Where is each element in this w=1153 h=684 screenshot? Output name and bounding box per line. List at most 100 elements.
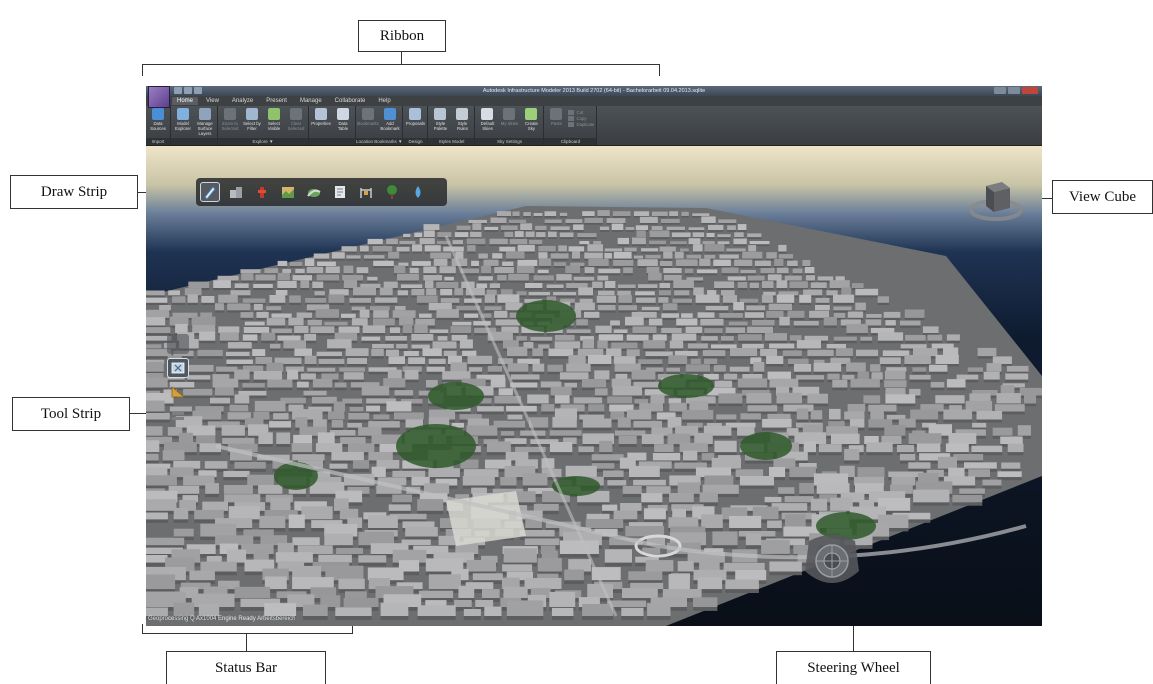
model-explorer-button[interactable]: Model Explorer <box>173 108 193 138</box>
view-cube[interactable] <box>968 178 1028 228</box>
building <box>597 275 609 281</box>
building <box>730 348 758 357</box>
default-skies-button[interactable]: Default Skies <box>477 108 497 138</box>
building-side <box>745 545 762 549</box>
building <box>675 259 698 266</box>
building-side <box>553 295 577 298</box>
building <box>910 409 939 420</box>
data-table-button[interactable]: Data Table <box>333 108 353 138</box>
manage-surface-layers-button[interactable]: Manage Surface Layers <box>195 108 215 138</box>
tree-icon[interactable] <box>382 182 402 202</box>
tab-present[interactable]: Present <box>261 97 292 105</box>
steering-wheel[interactable] <box>803 531 861 593</box>
building <box>508 273 529 281</box>
building <box>905 334 926 341</box>
building <box>816 483 850 494</box>
properties-button[interactable]: Properties <box>311 108 331 138</box>
building <box>300 373 316 380</box>
building <box>343 372 364 380</box>
paste-button[interactable]: Paste <box>546 108 566 138</box>
building <box>704 244 725 252</box>
water-drop-icon[interactable] <box>408 182 428 202</box>
maximize-button[interactable] <box>1008 87 1020 94</box>
building <box>498 388 513 396</box>
building <box>512 211 520 216</box>
tab-manage[interactable]: Manage <box>295 97 327 105</box>
building <box>891 476 916 486</box>
building <box>270 497 291 511</box>
building-side <box>269 302 286 305</box>
style-palette-button[interactable]: Style Palette <box>430 108 450 138</box>
barrier-icon[interactable] <box>356 182 376 202</box>
building <box>549 591 576 607</box>
building <box>651 226 663 231</box>
data-sources-button[interactable]: Data Sources <box>148 108 168 138</box>
select-icon[interactable] <box>167 358 189 378</box>
app-menu-button[interactable] <box>148 86 170 108</box>
building <box>681 313 693 318</box>
building <box>680 248 689 252</box>
building <box>505 451 529 461</box>
3d-viewport[interactable] <box>146 146 1042 626</box>
tab-collaborate[interactable]: Collaborate <box>330 97 371 105</box>
hydrant-icon[interactable] <box>252 182 272 202</box>
building <box>471 487 487 494</box>
duplicate-button[interactable]: Duplicate <box>568 122 594 127</box>
measure-icon[interactable] <box>167 382 189 402</box>
close-button[interactable] <box>1022 87 1038 94</box>
building <box>414 232 423 238</box>
proposals-button[interactable]: Proposals <box>405 108 425 138</box>
city-model[interactable] <box>146 146 1042 626</box>
building-side <box>553 266 567 268</box>
building <box>946 379 966 388</box>
building-side <box>705 310 729 313</box>
clear-selected-button[interactable]: Clear Selected <box>286 108 306 138</box>
building-side <box>754 266 771 268</box>
building-side <box>588 411 605 415</box>
building <box>935 395 965 404</box>
style-rules-button[interactable]: Style Rules <box>452 108 472 138</box>
data-table-icon <box>337 108 349 120</box>
bookmarks-button[interactable]: Bookmarks <box>357 108 379 138</box>
building-side <box>612 216 631 218</box>
building-icon[interactable] <box>226 182 246 202</box>
window-title: Autodesk Infrastructure Modeler 2013 Bui… <box>482 88 706 94</box>
building <box>847 311 864 318</box>
select-visible-button[interactable]: Select Visible <box>264 108 284 138</box>
ribbon-bracket-left <box>142 64 143 76</box>
building <box>744 312 764 318</box>
select-icon[interactable] <box>167 334 189 354</box>
layers-icon[interactable] <box>167 406 189 426</box>
terrain-icon[interactable] <box>278 182 298 202</box>
zoom-to-selected-button[interactable]: Zoom to Selected <box>220 108 240 138</box>
building-side <box>740 273 756 276</box>
building-side <box>546 288 564 291</box>
building <box>328 294 345 303</box>
building-side <box>404 379 419 383</box>
cut-button[interactable]: Cut <box>568 110 594 115</box>
ribbon-button-label: Default Skies <box>480 121 495 131</box>
building <box>315 309 339 318</box>
building <box>728 321 748 326</box>
building <box>522 473 548 486</box>
building-side <box>564 580 584 584</box>
pencil-icon[interactable] <box>200 182 220 202</box>
ribbon-group: Properties Data Table <box>309 106 356 145</box>
minimize-button[interactable] <box>994 87 1006 94</box>
building-side <box>373 266 394 268</box>
tab-home[interactable]: Home <box>172 97 199 105</box>
copy-button[interactable]: Copy <box>568 116 594 121</box>
my-skies-button[interactable]: My Skies <box>499 108 519 138</box>
tab-analyze[interactable]: Analyze <box>227 97 258 105</box>
building <box>810 410 823 420</box>
road-icon[interactable] <box>304 182 324 202</box>
tab-view[interactable]: View <box>201 97 224 105</box>
add-bookmark-button[interactable]: Add Bookmark <box>380 108 400 138</box>
select-by-filter-button[interactable]: Select by Filter <box>242 108 262 138</box>
building <box>851 283 864 288</box>
document-icon[interactable] <box>330 182 350 202</box>
building <box>549 430 582 436</box>
building <box>484 606 502 616</box>
tab-help[interactable]: Help <box>373 97 395 105</box>
create-sky-button[interactable]: Create Sky <box>521 108 541 138</box>
